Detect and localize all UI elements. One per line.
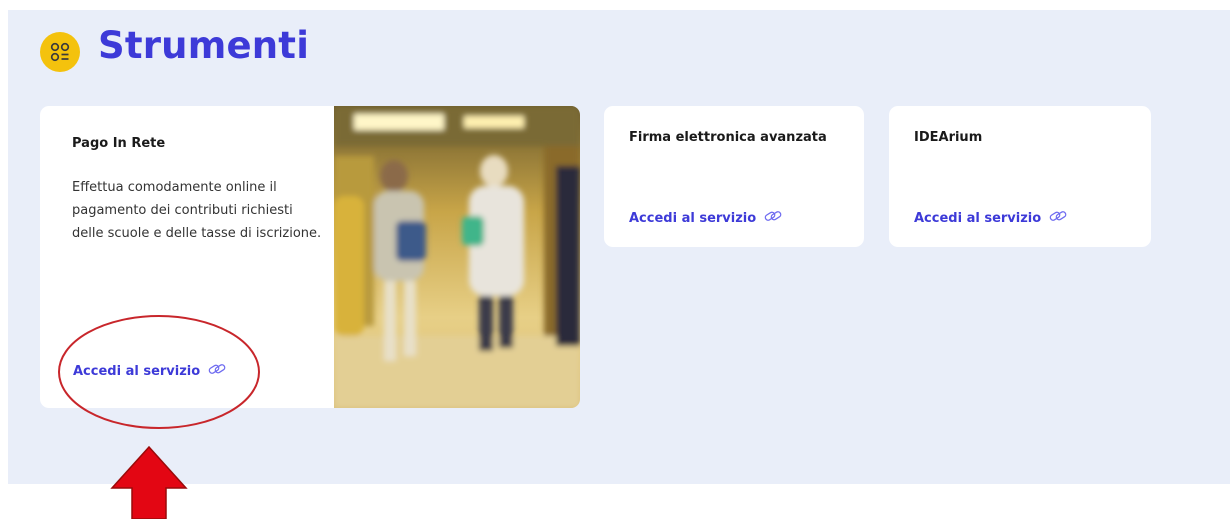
card-description: Effettua comodamente online il pagamento…: [72, 180, 322, 241]
card-title: IDEArium: [914, 130, 983, 145]
access-service-label: Accedi al servizio: [629, 210, 757, 226]
card-title: Pago In Rete: [72, 136, 166, 151]
link-icon: [208, 362, 226, 380]
people-walking-corridor-photo: [334, 106, 580, 408]
access-service-link[interactable]: Accedi al servizio: [629, 209, 782, 227]
access-service-link[interactable]: Accedi al servizio: [73, 362, 226, 380]
section-title: Strumenti: [98, 24, 310, 67]
access-service-label: Accedi al servizio: [914, 210, 1042, 226]
card-idearium: IDEArium Accedi al servizio: [889, 106, 1151, 247]
link-icon: [1049, 209, 1067, 227]
access-service-label: Accedi al servizio: [73, 363, 201, 379]
access-service-link[interactable]: Accedi al servizio: [914, 209, 1067, 227]
link-icon: [764, 209, 782, 227]
card-firma-elettronica: Firma elettronica avanzata Accedi al ser…: [604, 106, 864, 247]
card-title: Firma elettronica avanzata: [629, 130, 827, 145]
grid-apps-icon: [40, 32, 80, 72]
card-pago-in-rete: Pago In Rete Effettua comodamente online…: [40, 106, 580, 408]
